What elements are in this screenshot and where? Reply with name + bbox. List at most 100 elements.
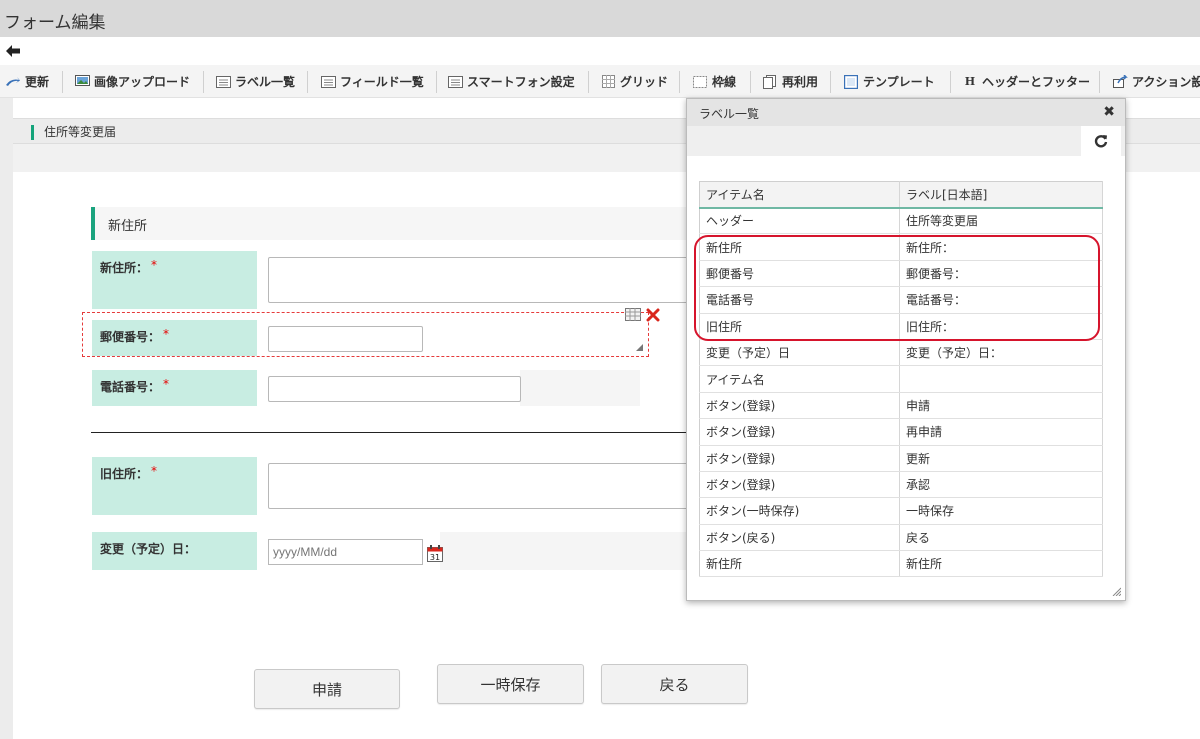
dialog-titlebar[interactable]: ラベル一覧 ✖: [687, 99, 1125, 126]
toolbar-action-settings-button[interactable]: アクション設: [1112, 65, 1200, 97]
item-name-cell: ボタン(登録): [699, 418, 900, 446]
change-date-input[interactable]: [268, 539, 423, 565]
apply-button[interactable]: 申請: [254, 669, 400, 709]
label-list-dialog: ラベル一覧 ✖ アイテム名 ラベル[日本語] ヘッダー 住所等変更届 新住所 新住所…: [686, 98, 1126, 601]
toolbar-template-label: テンプレート: [863, 75, 935, 89]
update-icon: [5, 75, 21, 89]
close-icon[interactable]: ✖: [1103, 104, 1115, 120]
label-cell[interactable]: [899, 365, 1103, 393]
toolbar-reuse-label: 再利用: [782, 75, 819, 89]
table-row[interactable]: ボタン(一時保存) 一時保存: [699, 497, 1103, 525]
table-row[interactable]: ボタン(登録) 承認: [699, 471, 1103, 499]
dialog-resize-grip-icon[interactable]: [1111, 586, 1121, 596]
new-address-textarea[interactable]: [268, 257, 691, 303]
temp-save-button[interactable]: 一時保存: [437, 664, 584, 704]
phone-input[interactable]: [268, 376, 521, 402]
template-icon: [843, 74, 859, 89]
toolbar-separator: [750, 71, 751, 93]
column-header-label-ja[interactable]: ラベル[日本語]: [899, 181, 1103, 209]
label-cell[interactable]: 更新: [899, 445, 1103, 472]
postal-code-input[interactable]: [268, 326, 423, 352]
header-footer-icon: H: [964, 75, 976, 88]
table-row[interactable]: ボタン(登録) 申請: [699, 392, 1103, 420]
toolbar-header-footer-label: ヘッダーとフッター: [982, 75, 1091, 89]
delete-field-icon[interactable]: [646, 308, 660, 322]
required-mark: *: [151, 464, 158, 478]
toolbar-separator: [62, 71, 63, 93]
resize-handle-icon[interactable]: [636, 344, 643, 351]
column-header-item-name[interactable]: アイテム名: [699, 181, 900, 209]
section-header: 新住所: [91, 207, 691, 240]
dialog-toolbar: [687, 126, 1125, 156]
label-cell[interactable]: 再申請: [899, 418, 1103, 446]
toolbar-reuse-button[interactable]: 再利用: [762, 65, 819, 97]
toolbar-template-button[interactable]: テンプレート: [843, 65, 935, 97]
refresh-button[interactable]: [1081, 126, 1121, 156]
toolbar-separator: [679, 71, 680, 93]
table-header-row: アイテム名 ラベル[日本語]: [699, 181, 1103, 209]
table-row[interactable]: ボタン(戻る) 戻る: [699, 524, 1103, 552]
label-cell[interactable]: 承認: [899, 471, 1103, 499]
item-name-cell: 新住所: [699, 550, 900, 578]
window-titlebar: フォーム編集: [0, 0, 1200, 37]
dialog-title: ラベル一覧: [699, 107, 760, 121]
toolbar-update-label: 更新: [25, 75, 50, 89]
toolbar-header-footer-button[interactable]: H ヘッダーとフッター: [962, 65, 1091, 97]
label-cell[interactable]: 住所等変更届: [899, 207, 1103, 235]
toolbar-border-button[interactable]: 枠線: [692, 65, 737, 97]
toolbar-field-list-button[interactable]: フィールド一覧: [320, 65, 424, 97]
label-cell[interactable]: 変更（予定）日：: [899, 339, 1103, 367]
postal-code-label: 郵便番号： *: [92, 320, 257, 356]
table-row[interactable]: 変更（予定）日 変更（予定）日：: [699, 339, 1103, 367]
label-cell[interactable]: 新住所: [899, 550, 1103, 578]
label-list-icon: [215, 75, 231, 89]
item-name-cell: 変更（予定）日: [699, 339, 900, 367]
action-settings-icon: [1112, 75, 1128, 89]
calendar-day: 31: [430, 553, 440, 562]
phone-row-background: [520, 370, 640, 406]
table-row[interactable]: ボタン(登録) 更新: [699, 445, 1103, 472]
field-properties-icon[interactable]: [625, 308, 641, 321]
date-row-background: [440, 532, 690, 570]
toolbar-separator: [588, 71, 589, 93]
grid-icon: [600, 75, 616, 89]
label-cell[interactable]: 一時保存: [899, 497, 1103, 525]
required-mark: *: [151, 258, 158, 272]
smartphone-settings-icon: [447, 75, 463, 89]
toolbar-separator: [830, 71, 831, 93]
required-mark: *: [163, 377, 170, 391]
toolbar-label-list-button[interactable]: ラベル一覧: [215, 65, 296, 97]
back-arrow-icon[interactable]: [5, 43, 21, 59]
section-title: 新住所: [108, 219, 148, 234]
label-cell[interactable]: 戻る: [899, 524, 1103, 552]
calendar-icon[interactable]: 31: [427, 545, 443, 562]
table-row[interactable]: ボタン(登録) 再申請: [699, 418, 1103, 446]
toolbar-grid-button[interactable]: グリッド: [600, 65, 669, 97]
toolbar-border-label: 枠線: [712, 75, 737, 89]
label-cell[interactable]: 申請: [899, 392, 1103, 420]
field-list-icon: [320, 75, 336, 89]
table-row[interactable]: 新住所 新住所: [699, 550, 1103, 578]
refresh-icon: [1094, 135, 1108, 148]
phone-label: 電話番号： *: [92, 370, 257, 406]
toolbar-separator: [1099, 71, 1100, 93]
toolbar-action-settings-label: アクション設: [1132, 75, 1200, 89]
border-icon: [692, 75, 708, 89]
toolbar-smartphone-settings-button[interactable]: スマートフォン設定: [447, 65, 575, 97]
toolbar-separator: [436, 71, 437, 93]
toolbar-update-button[interactable]: 更新: [5, 65, 50, 97]
toolbar-image-upload-button[interactable]: 画像アップロード: [74, 65, 190, 97]
required-mark: *: [163, 327, 170, 341]
table-row[interactable]: ヘッダー 住所等変更届: [699, 207, 1103, 235]
toolbar-separator: [203, 71, 204, 93]
toolbar-label-list-label: ラベル一覧: [235, 75, 296, 89]
toolbar-grid-label: グリッド: [620, 75, 669, 89]
back-button[interactable]: 戻る: [601, 664, 748, 704]
item-name-cell: ボタン(戻る): [699, 524, 900, 552]
item-name-cell: ボタン(一時保存): [699, 497, 900, 525]
change-date-label: 変更（予定）日：: [92, 532, 257, 570]
new-address-label: 新住所： *: [92, 251, 257, 309]
table-row[interactable]: アイテム名: [699, 365, 1103, 393]
old-address-textarea[interactable]: [268, 463, 691, 509]
item-name-cell: ボタン(登録): [699, 471, 900, 499]
